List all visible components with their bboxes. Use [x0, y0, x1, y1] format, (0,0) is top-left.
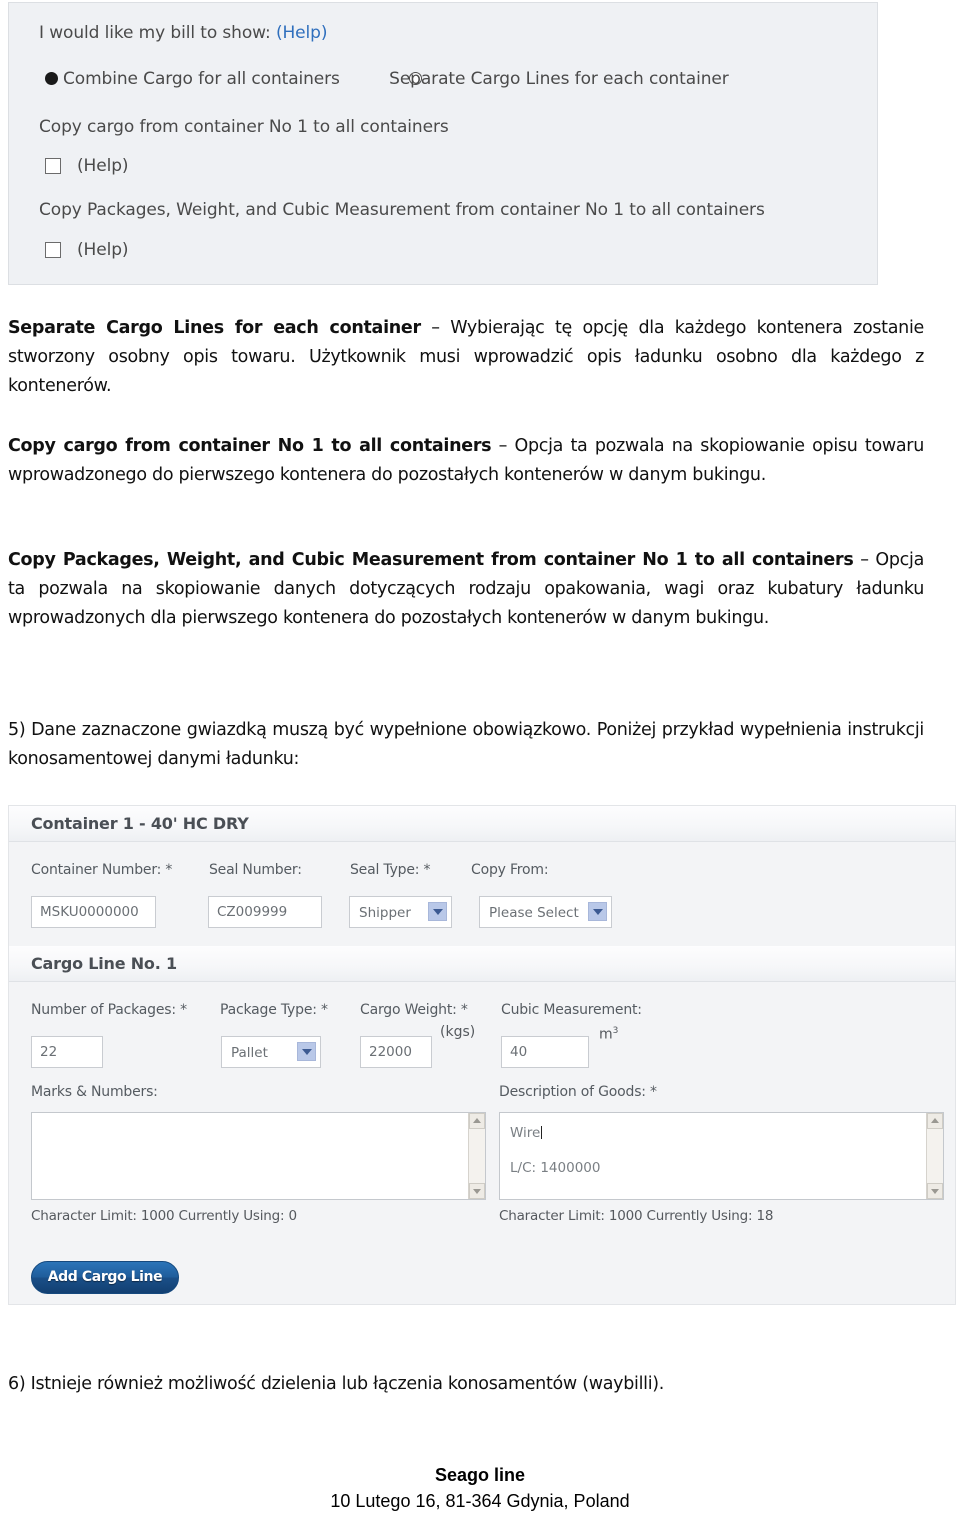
- description-of-goods-line-1: Wire: [510, 1125, 543, 1141]
- checkbox-copy-packages[interactable]: [45, 242, 61, 258]
- paragraph-3-bold: Copy Packages, Weight, and Cubic Measure…: [8, 550, 854, 570]
- marks-numbers-char-limit: Character Limit: 1000 Currently Using: 0: [31, 1208, 297, 1224]
- cargo-entry-form-screenshot: Container 1 - 40' HC DRY Container Numbe…: [8, 805, 956, 1305]
- cargo-line-section-title: Cargo Line No. 1: [31, 954, 177, 973]
- scrollbar-vertical[interactable]: [926, 1113, 943, 1199]
- paragraph-item-6: 6) Istnieje również możliwość dzielenia …: [8, 1374, 665, 1394]
- marks-numbers-label: Marks & Numbers:: [31, 1084, 158, 1100]
- paragraph-1-bold: Separate Cargo Lines for each container: [8, 318, 421, 338]
- copy-packages-label: Copy Packages, Weight, and Cubic Measure…: [39, 200, 765, 220]
- footer-company-address: 10 Lutego 16, 81-364 Gdynia, Poland: [330, 1491, 630, 1511]
- cargo-weight-label: Cargo Weight: *: [360, 1002, 468, 1018]
- page-footer: Seago line 10 Lutego 16, 81-364 Gdynia, …: [0, 1463, 960, 1514]
- paragraph-2-bold: Copy cargo from container No 1 to all co…: [8, 436, 492, 456]
- cubic-measurement-input[interactable]: 40: [501, 1036, 589, 1068]
- description-of-goods-char-limit: Character Limit: 1000 Currently Using: 1…: [499, 1208, 774, 1224]
- paragraph-separate-cargo-lines: Separate Cargo Lines for each container …: [8, 314, 924, 401]
- chevron-down-icon[interactable]: [588, 902, 607, 921]
- chevron-down-icon[interactable]: [428, 902, 447, 921]
- chevron-down-icon[interactable]: [297, 1042, 316, 1061]
- seal-type-value: Shipper: [359, 905, 411, 921]
- cubic-measurement-unit: m3: [599, 1026, 618, 1043]
- radio-combine-cargo-label[interactable]: Combine Cargo for all containers: [63, 69, 340, 89]
- number-of-packages-label: Number of Packages: *: [31, 1002, 187, 1018]
- radio-separate-cargo-lines-label[interactable]: Separate Cargo Lines for each container: [389, 69, 729, 89]
- paragraph-copy-packages: Copy Packages, Weight, and Cubic Measure…: [8, 546, 924, 633]
- number-of-packages-input[interactable]: 22: [31, 1036, 103, 1068]
- seal-type-select[interactable]: Shipper: [349, 896, 452, 928]
- cubic-measurement-unit-exponent: 3: [612, 1026, 619, 1036]
- package-type-value: Pallet: [231, 1045, 268, 1061]
- paragraph-item-5: 5) Dane zaznaczone gwiazdką muszą być wy…: [8, 720, 924, 769]
- scroll-up-icon[interactable]: [469, 1113, 485, 1129]
- paragraph-copy-cargo: Copy cargo from container No 1 to all co…: [8, 432, 924, 490]
- cubic-measurement-value: 40: [510, 1044, 528, 1060]
- cubic-measurement-label: Cubic Measurement:: [501, 1002, 642, 1018]
- seal-number-label: Seal Number:: [209, 862, 302, 878]
- cubic-measurement-unit-base: m: [599, 1026, 613, 1043]
- description-of-goods-textarea[interactable]: Wire L/C: 1400000: [499, 1112, 944, 1200]
- bill-show-help-link[interactable]: (Help): [276, 23, 328, 43]
- copy-from-select[interactable]: Please Select: [479, 896, 612, 928]
- footer-company-name: Seago line: [434, 1465, 526, 1485]
- seal-type-label: Seal Type: *: [350, 862, 431, 878]
- description-of-goods-line-1-text: Wire: [510, 1125, 541, 1141]
- cargo-weight-unit: (kgs): [440, 1024, 476, 1040]
- text-cursor: [541, 1126, 543, 1139]
- seal-number-input[interactable]: CZ009999: [208, 896, 322, 928]
- number-of-packages-value: 22: [40, 1044, 58, 1060]
- container-number-value: MSKU0000000: [40, 904, 139, 920]
- cargo-line-section-header: Cargo Line No. 1: [9, 946, 955, 982]
- scroll-up-icon[interactable]: [927, 1113, 943, 1129]
- cargo-weight-value: 22000: [369, 1044, 412, 1060]
- package-type-select[interactable]: Pallet: [221, 1036, 321, 1068]
- copy-cargo-help-link[interactable]: (Help): [77, 156, 129, 176]
- bill-show-text: I would like my bill to show:: [39, 23, 271, 43]
- container-number-label: Container Number: *: [31, 862, 173, 878]
- seal-number-value: CZ009999: [217, 904, 288, 920]
- copy-cargo-label: Copy cargo from container No 1 to all co…: [39, 117, 449, 137]
- container-section-header: Container 1 - 40' HC DRY: [9, 806, 955, 842]
- cargo-weight-input[interactable]: 22000: [360, 1036, 432, 1068]
- scroll-down-icon[interactable]: [927, 1183, 943, 1199]
- marks-numbers-textarea[interactable]: [31, 1112, 486, 1200]
- copy-packages-help-link[interactable]: (Help): [77, 240, 129, 260]
- radio-options-row: Combine Cargo for all containers Separat…: [43, 69, 729, 89]
- package-type-label: Package Type: *: [220, 1002, 328, 1018]
- container-section-title: Container 1 - 40' HC DRY: [31, 814, 249, 833]
- copy-from-value: Please Select: [489, 905, 579, 921]
- scrollbar-vertical[interactable]: [468, 1113, 485, 1199]
- add-cargo-line-button[interactable]: Add Cargo Line: [31, 1261, 179, 1294]
- copy-from-label: Copy From:: [471, 862, 549, 878]
- description-of-goods-line-2: L/C: 1400000: [510, 1160, 601, 1176]
- bill-display-options-panel: I would like my bill to show: (Help) Com…: [8, 2, 878, 285]
- checkbox-copy-cargo[interactable]: [45, 158, 61, 174]
- description-of-goods-label: Description of Goods: *: [499, 1084, 657, 1100]
- container-number-input[interactable]: MSKU0000000: [31, 896, 156, 928]
- bill-show-label: I would like my bill to show: (Help): [39, 23, 327, 43]
- scroll-down-icon[interactable]: [469, 1183, 485, 1199]
